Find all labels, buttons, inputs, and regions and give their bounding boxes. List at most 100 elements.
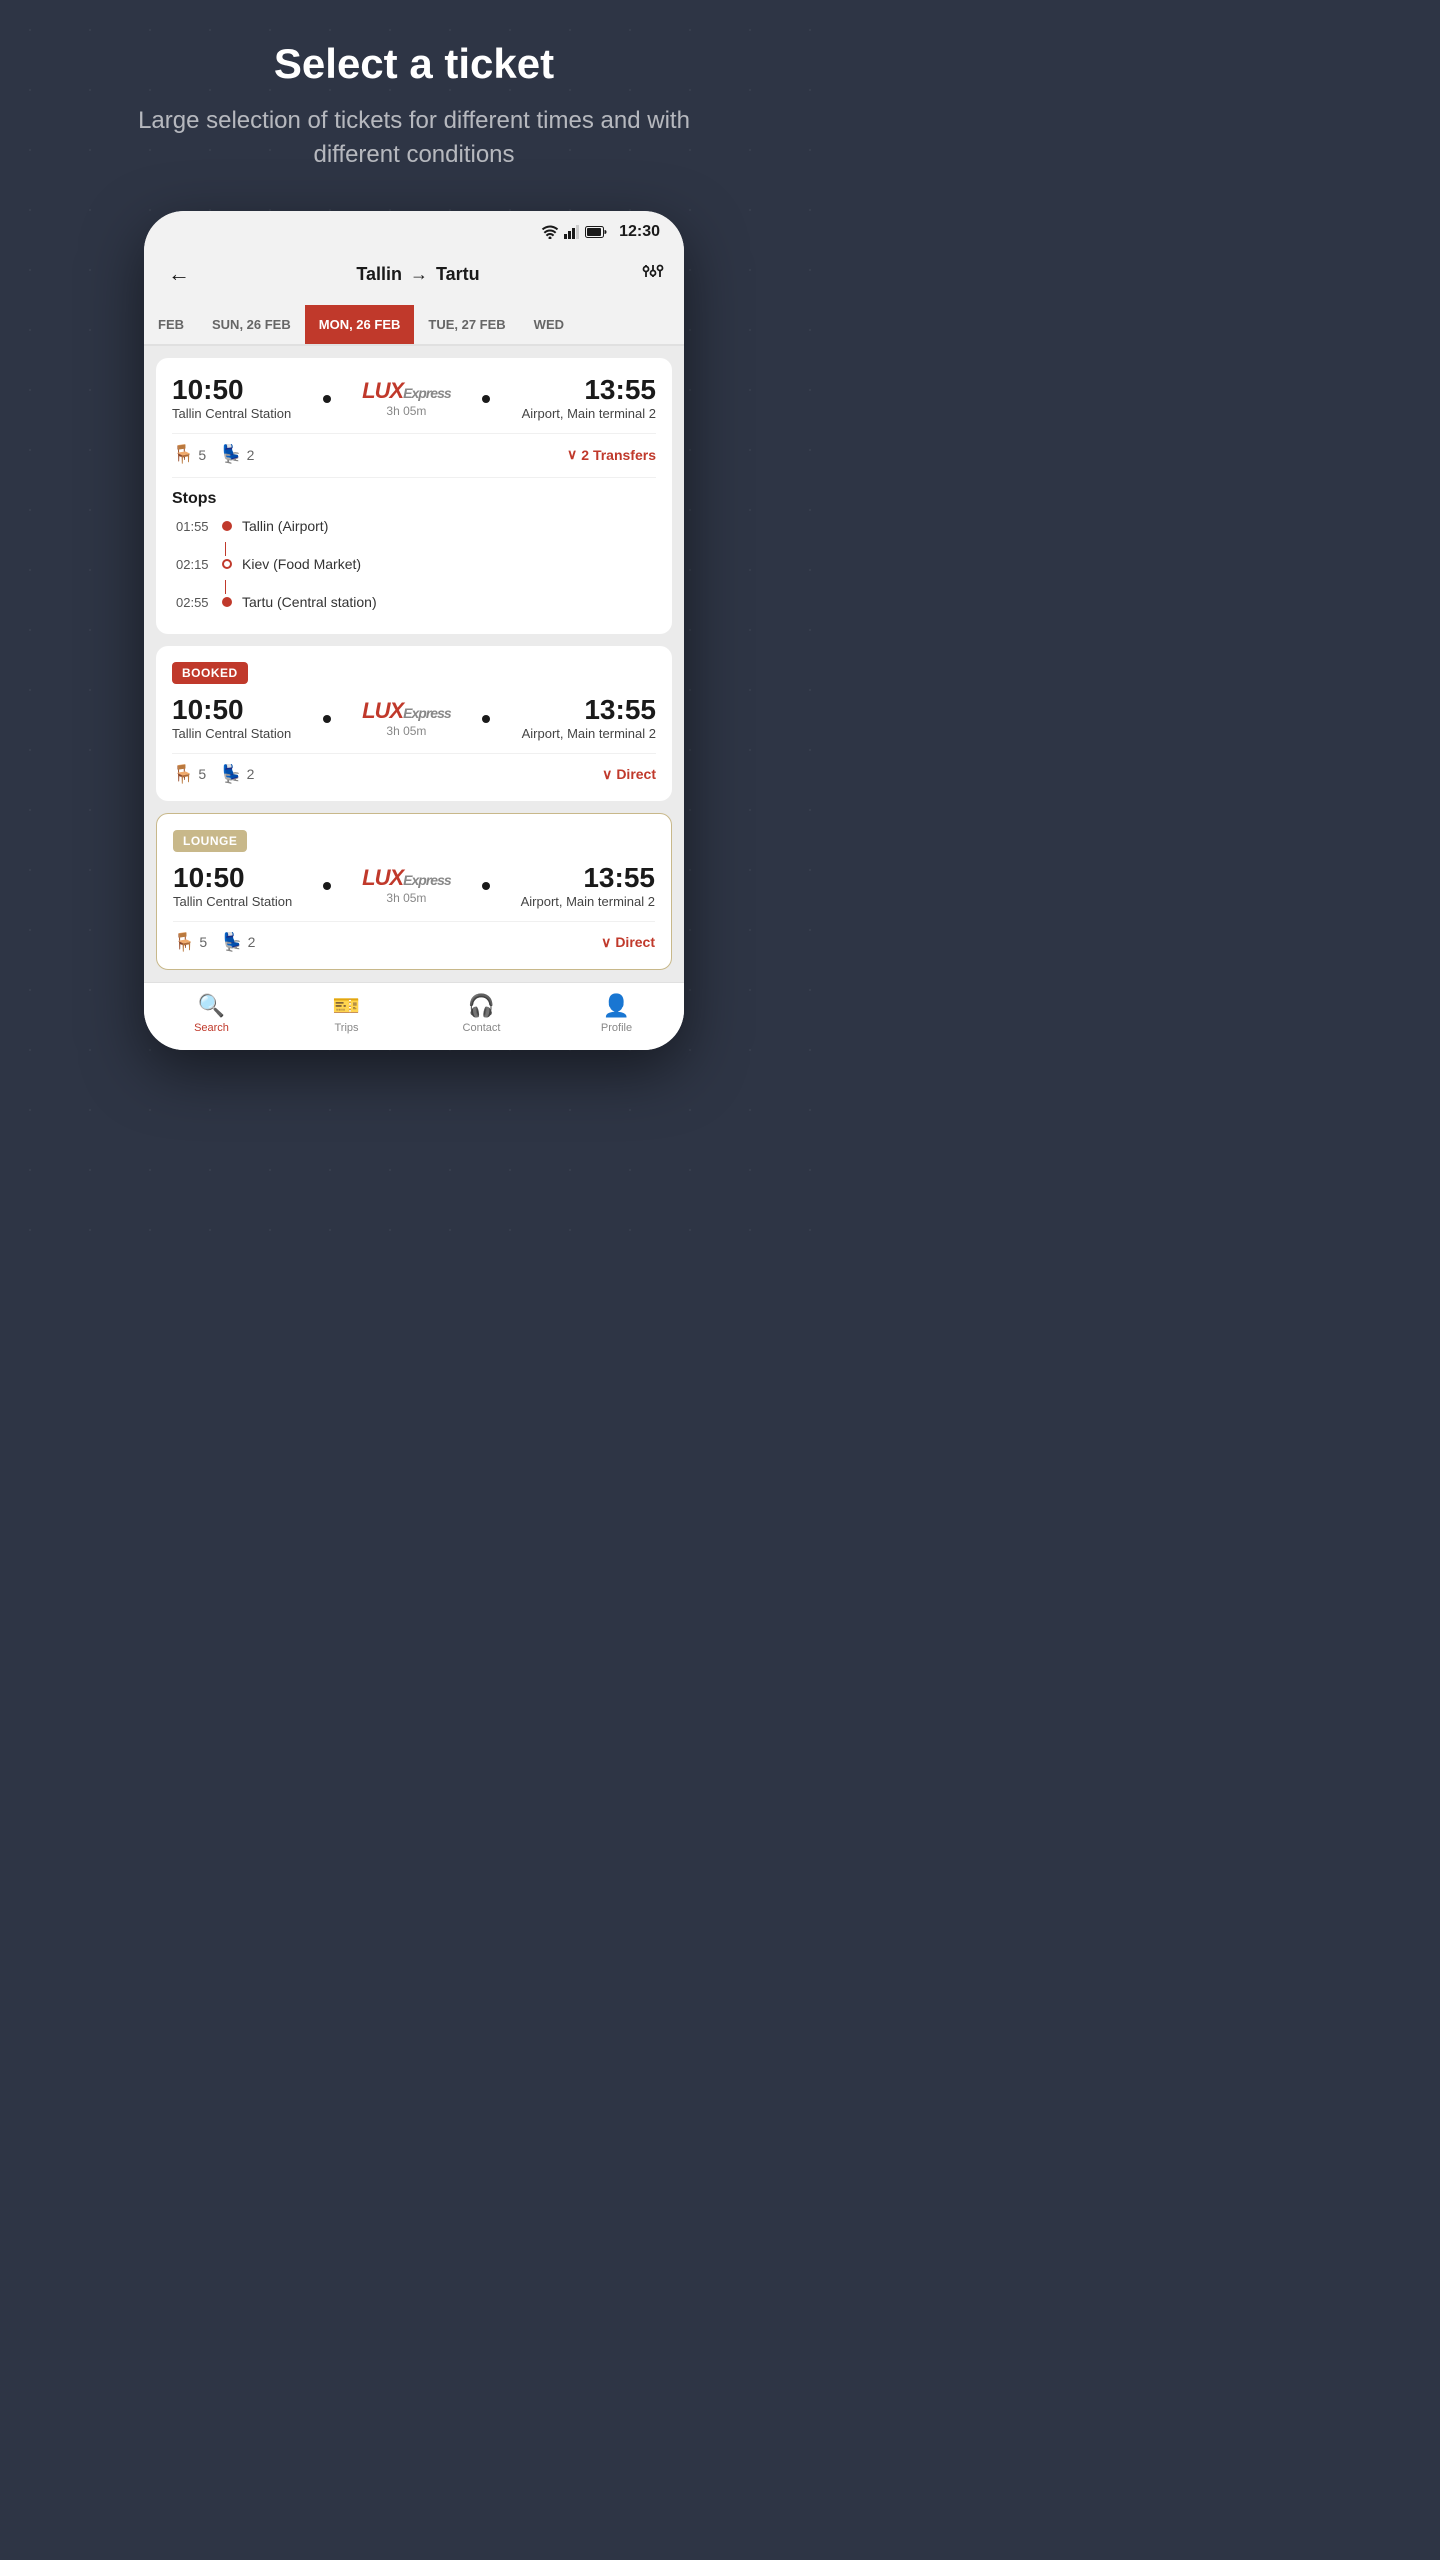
stops-section-1: Stops 01:55 Tallin (Airport) 02:15 Kiev … (172, 477, 656, 610)
chevron-down-icon-1: ∨ (567, 446, 577, 463)
seat-icon-3b: 💺 (221, 932, 243, 953)
direct-badge-2[interactable]: ∨ Direct (602, 766, 656, 783)
trip-info-row-1: 10:50 Tallin Central Station LUXExpress … (172, 374, 656, 423)
seat-num-2a: 5 (198, 766, 206, 782)
nav-contact[interactable]: 🎧 Contact (447, 993, 517, 1034)
status-time: 12:30 (619, 223, 660, 241)
nav-profile[interactable]: 👤 Profile (582, 993, 652, 1034)
seat-num-2b: 2 (247, 766, 255, 782)
trip-info-row-3: 10:50 Tallin Central Station LUXExpress … (173, 862, 655, 911)
nav-search-label: Search (194, 1022, 229, 1034)
seat-icon-2b: 💺 (220, 764, 242, 785)
seat-num-1a: 5 (198, 447, 206, 463)
date-tab-1[interactable]: SUN, 26 FEB (198, 305, 305, 344)
direct-badge-3[interactable]: ∨ Direct (601, 934, 655, 951)
route-from: Tallin (356, 264, 402, 285)
seat-row-1: 🪑 5 💺 2 ∨ 2 Transfers (172, 433, 656, 465)
stop-item-3: 02:55 Tartu (Central station) (172, 594, 656, 610)
stop-time-2: 02:15 (176, 557, 212, 572)
dot-right-1 (482, 395, 490, 403)
filter-button[interactable] (642, 261, 664, 287)
seat-row-2: 🪑 5 💺 2 ∨ Direct (172, 753, 656, 785)
stop-line-2 (225, 580, 226, 594)
stop-time-3: 02:55 (176, 595, 212, 610)
stop-item-2: 02:15 Kiev (Food Market) (172, 556, 656, 572)
seat-row-3: 🪑 5 💺 2 ∨ Direct (173, 921, 655, 953)
phone-frame: 12:30 ← Tallin → Tartu FEB SUN, 26 FEB M… (144, 211, 684, 1050)
depart-station-3: Tallin Central Station (173, 894, 292, 911)
nav-trips[interactable]: 🎫 Trips (312, 993, 382, 1034)
ticket-list: 10:50 Tallin Central Station LUXExpress … (144, 346, 684, 982)
transfer-label-1: 2 Transfers (581, 447, 656, 463)
date-tab-4[interactable]: WED (520, 305, 578, 344)
signal-icon (564, 225, 580, 239)
duration-1: 3h 05m (362, 404, 450, 418)
route-to: Tartu (436, 264, 480, 285)
seat-num-3a: 5 (199, 934, 207, 950)
ticket-card-2[interactable]: BOOKED 10:50 Tallin Central Station LUXE… (156, 646, 672, 801)
seat-item-3b: 💺 2 (221, 932, 255, 953)
direct-label-3: Direct (615, 934, 655, 950)
seat-num-3b: 2 (248, 934, 256, 950)
arrive-time-3: 13:55 (521, 862, 655, 894)
search-icon: 🔍 (198, 993, 225, 1019)
stop-dot-1 (222, 521, 232, 531)
booked-badge: BOOKED (172, 662, 248, 684)
top-nav: ← Tallin → Tartu (144, 249, 684, 305)
seat-item-1b: 💺 2 (220, 444, 254, 465)
stop-item-1: 01:55 Tallin (Airport) (172, 518, 656, 534)
arrive-time-2: 13:55 (522, 694, 656, 726)
chevron-down-icon-3: ∨ (601, 934, 611, 951)
stops-title-1: Stops (172, 490, 656, 508)
date-tab-0[interactable]: FEB (144, 305, 198, 344)
nav-search[interactable]: 🔍 Search (177, 993, 247, 1034)
route-title: Tallin → Tartu (356, 264, 479, 285)
dot-left-2 (323, 715, 331, 723)
status-bar: 12:30 (144, 211, 684, 249)
dot-left-1 (323, 395, 331, 403)
arrive-time-1: 13:55 (522, 374, 656, 406)
arrive-station-3: Airport, Main terminal 2 (521, 894, 655, 911)
duration-2: 3h 05m (362, 724, 450, 738)
arrive-station-2: Airport, Main terminal 2 (522, 726, 656, 743)
nav-trips-label: Trips (334, 1022, 358, 1034)
seat-icon-2a: 🪑 (172, 764, 194, 785)
status-icons (541, 225, 607, 239)
battery-icon (585, 226, 607, 238)
date-tab-3[interactable]: TUE, 27 FEB (414, 305, 519, 344)
profile-icon: 👤 (603, 993, 630, 1019)
nav-profile-label: Profile (601, 1022, 632, 1034)
seat-icons-3: 🪑 5 💺 2 (173, 932, 255, 953)
dot-right-2 (482, 715, 490, 723)
duration-3: 3h 05m (362, 891, 450, 905)
seat-icon-1a: 🪑 (172, 444, 194, 465)
dot-right-3 (482, 882, 490, 890)
lux-logo-2: LUXExpress (362, 700, 450, 722)
hero-title: Select a ticket (274, 40, 554, 88)
lux-logo-3: LUXExpress (362, 867, 450, 889)
depart-station-1: Tallin Central Station (172, 406, 291, 423)
wifi-icon (541, 225, 559, 239)
date-tabs: FEB SUN, 26 FEB MON, 26 FEB TUE, 27 FEB … (144, 305, 684, 346)
stop-name-2: Kiev (Food Market) (242, 556, 361, 572)
seat-icons-2: 🪑 5 💺 2 (172, 764, 254, 785)
back-button[interactable]: ← (164, 257, 194, 291)
stop-name-3: Tartu (Central station) (242, 594, 377, 610)
lux-logo-1: LUXExpress (362, 380, 450, 402)
seat-item-2a: 🪑 5 (172, 764, 206, 785)
bottom-nav: 🔍 Search 🎫 Trips 🎧 Contact 👤 Profile (144, 982, 684, 1050)
trips-icon: 🎫 (333, 993, 360, 1019)
seat-item-2b: 💺 2 (220, 764, 254, 785)
stop-name-1: Tallin (Airport) (242, 518, 328, 534)
stop-line-1 (225, 542, 226, 556)
trip-info-row-2: 10:50 Tallin Central Station LUXExpress … (172, 694, 656, 743)
depart-time-1: 10:50 (172, 374, 291, 406)
seat-icons-1: 🪑 5 💺 2 (172, 444, 254, 465)
ticket-card-3[interactable]: LOUNGE 10:50 Tallin Central Station LUXE… (156, 813, 672, 970)
arrive-station-1: Airport, Main terminal 2 (522, 406, 656, 423)
transfer-badge-1[interactable]: ∨ 2 Transfers (567, 446, 656, 463)
depart-time-3: 10:50 (173, 862, 292, 894)
lounge-badge: LOUNGE (173, 830, 247, 852)
date-tab-2[interactable]: MON, 26 FEB (305, 305, 415, 344)
ticket-card-1[interactable]: 10:50 Tallin Central Station LUXExpress … (156, 358, 672, 634)
